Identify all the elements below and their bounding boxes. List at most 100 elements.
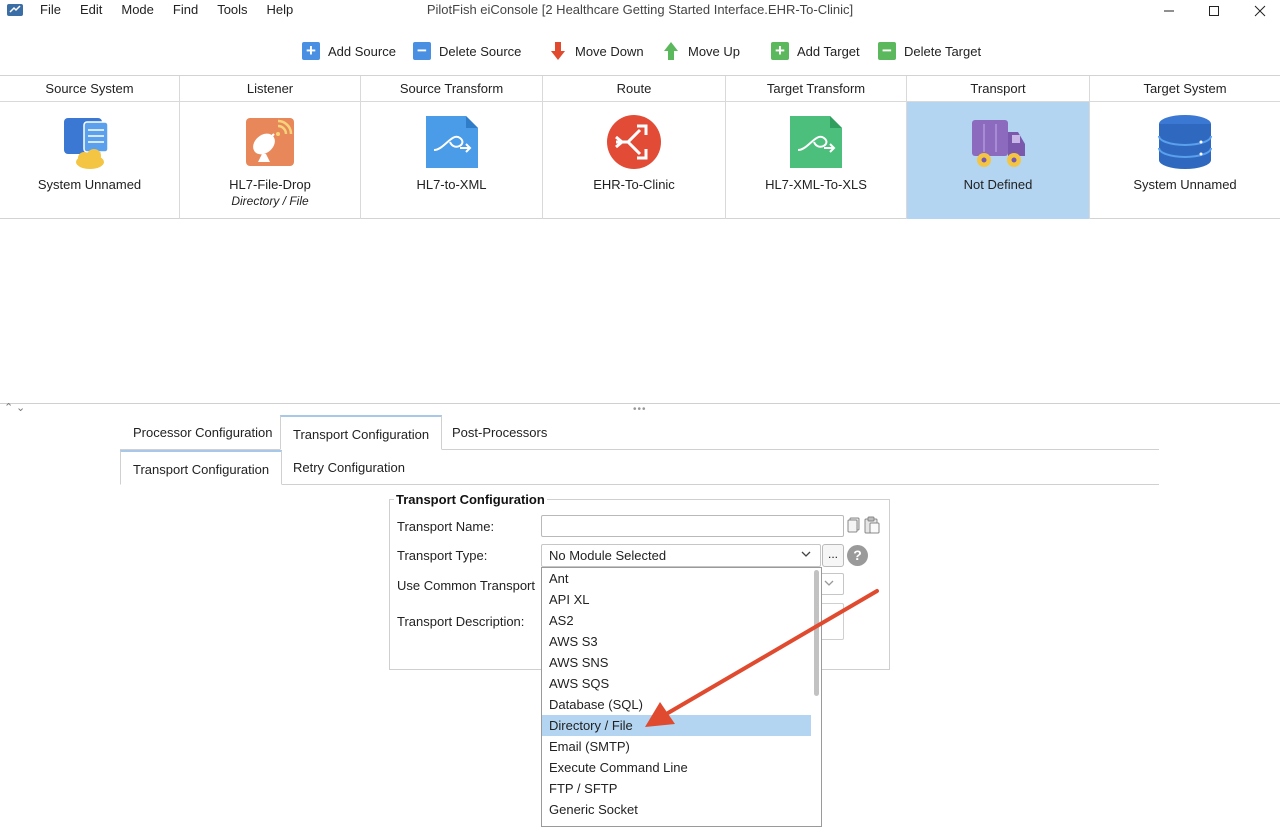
subtab-transport-configuration[interactable]: Transport Configuration — [120, 450, 283, 485]
maximize-button[interactable] — [1194, 0, 1234, 22]
move-down-label: Move Down — [575, 43, 644, 59]
delete-target-button[interactable]: − Delete Target — [878, 39, 981, 63]
stage-source-transform[interactable]: Source Transform HL7-to-XML — [361, 76, 543, 219]
chevron-down-icon — [801, 551, 811, 557]
delete-target-label: Delete Target — [904, 43, 982, 59]
dropdown-option[interactable]: Email (SMTP) — [542, 736, 811, 757]
minimize-icon — [1164, 10, 1174, 12]
subtab-retry-configuration[interactable]: Retry Configuration — [281, 450, 417, 485]
dropdown-option[interactable]: Execute Command Line — [542, 757, 811, 778]
dropdown-option[interactable]: AS2 — [542, 610, 811, 631]
source-system-icon — [63, 118, 109, 169]
transport-description-label: Transport Description: — [397, 614, 525, 629]
menu-bar: File Edit Mode Find Tools Help — [40, 0, 312, 22]
dropdown-option[interactable]: AWS SNS — [542, 652, 811, 673]
menu-edit[interactable]: Edit — [80, 0, 102, 22]
menu-tools[interactable]: Tools — [217, 0, 247, 22]
add-target-button[interactable]: + Add Target — [771, 39, 860, 63]
stage-source-system[interactable]: Source System System Unnamed — [0, 76, 180, 219]
add-source-icon: + — [302, 42, 320, 60]
collapse-up-icon[interactable]: ⌃ — [4, 401, 13, 414]
transport-type-value: No Module Selected — [549, 548, 667, 563]
transform-document-icon — [425, 116, 478, 168]
dropdown-option[interactable]: Database (SQL) — [542, 694, 811, 715]
move-down-button[interactable]: Move Down — [549, 39, 644, 63]
chevron-down-icon — [824, 580, 834, 586]
dropdown-scrollbar[interactable] — [814, 570, 819, 696]
dropdown-option[interactable]: Ant — [542, 568, 811, 589]
dropdown-option[interactable]: FTP / SFTP — [542, 778, 811, 799]
route-icon — [607, 115, 661, 169]
tab-processor-configuration[interactable]: Processor Configuration — [121, 415, 284, 450]
delete-target-icon: − — [878, 42, 896, 60]
transport-name-input[interactable] — [541, 515, 844, 537]
stage-name: HL7-to-XML — [416, 177, 487, 192]
stage-listener[interactable]: Listener HL7-File-Drop Directory / File — [180, 76, 361, 219]
panel-title: Transport Configuration — [394, 492, 547, 507]
stage-header: Source System — [0, 76, 179, 102]
title-bar: File Edit Mode Find Tools Help PilotFish… — [0, 0, 1280, 24]
copy-icon[interactable] — [847, 517, 861, 533]
minimize-button[interactable] — [1149, 0, 1189, 22]
stage-header: Listener — [180, 76, 360, 102]
stage-subtitle: Directory / File — [231, 194, 309, 208]
stage-header: Target System — [1090, 76, 1280, 102]
stage-target-system[interactable]: Target System System Unnamed — [1090, 76, 1280, 219]
dropdown-option-selected[interactable]: Directory / File — [542, 715, 811, 736]
stage-header: Source Transform — [361, 76, 542, 102]
menu-find[interactable]: Find — [173, 0, 198, 22]
stage-name: System Unnamed — [37, 177, 142, 192]
add-source-label: Add Source — [328, 43, 396, 59]
transport-type-select[interactable]: No Module Selected — [541, 544, 821, 567]
move-up-button[interactable]: Move Up — [662, 39, 740, 63]
truck-icon — [972, 120, 1025, 167]
stage-target-transform[interactable]: Target Transform HL7-XML-To-XLS — [726, 76, 907, 219]
delete-source-button[interactable]: − Delete Source — [413, 39, 521, 63]
collapse-down-icon[interactable]: ⌄ — [16, 401, 25, 414]
dropdown-option[interactable]: API XL — [542, 589, 811, 610]
pipeline-stages: Source System System Unnamed Listener HL… — [0, 75, 1280, 219]
browse-button[interactable]: ... — [822, 544, 844, 567]
delete-source-label: Delete Source — [439, 43, 522, 59]
use-common-transport-label: Use Common Transport — [397, 578, 535, 593]
transport-type-label: Transport Type: — [397, 548, 488, 563]
drag-handle-icon[interactable]: ••• — [633, 404, 647, 415]
dropdown-option[interactable]: Generic Socket — [542, 799, 811, 820]
stage-header: Transport — [907, 76, 1089, 102]
stage-name: EHR-To-Clinic — [593, 177, 675, 192]
transport-subtabs: Transport Configuration Retry Configurat… — [120, 450, 1159, 485]
add-source-button[interactable]: + Add Source — [302, 39, 396, 63]
stage-name: Not Defined — [963, 177, 1033, 192]
close-icon — [1254, 5, 1266, 17]
stage-transport[interactable]: Transport Not Defined — [907, 76, 1090, 219]
stage-name: System Unnamed — [1133, 177, 1237, 192]
transport-name-label: Transport Name: — [397, 519, 495, 534]
arrow-down-icon — [549, 42, 567, 60]
stage-header: Route — [543, 76, 725, 102]
menu-mode[interactable]: Mode — [121, 0, 154, 22]
stage-name: HL7-File-Drop — [229, 177, 311, 192]
menu-help[interactable]: Help — [267, 0, 294, 22]
stage-name: HL7-XML-To-XLS — [765, 177, 867, 192]
move-up-label: Move Up — [688, 43, 741, 59]
add-target-label: Add Target — [797, 43, 860, 59]
satellite-dish-icon — [246, 118, 294, 166]
tab-transport-configuration[interactable]: Transport Configuration — [280, 415, 443, 450]
add-target-icon: + — [771, 42, 789, 60]
paste-icon[interactable] — [864, 516, 880, 534]
panel-splitter[interactable]: ⌃ ⌄ ••• — [0, 401, 1280, 415]
arrow-up-icon — [662, 42, 680, 60]
transport-type-dropdown: Ant API XL AS2 AWS S3 AWS SNS AWS SQS Da… — [541, 567, 822, 827]
dropdown-option[interactable]: AWS S3 — [542, 631, 811, 652]
close-button[interactable] — [1240, 0, 1280, 22]
toolbar: + Add Source − Delete Source Move Down M… — [0, 36, 1280, 66]
config-tabs: Processor Configuration Transport Config… — [120, 415, 1159, 450]
transform-document-icon — [790, 116, 842, 168]
dropdown-option[interactable]: AWS SQS — [542, 673, 811, 694]
menu-file[interactable]: File — [40, 0, 61, 22]
app-logo-icon — [7, 4, 23, 16]
help-icon[interactable]: ? — [847, 545, 868, 566]
tab-post-processors[interactable]: Post-Processors — [440, 415, 559, 450]
maximize-icon — [1209, 6, 1219, 16]
stage-route[interactable]: Route EHR-To-Clinic — [543, 76, 726, 219]
